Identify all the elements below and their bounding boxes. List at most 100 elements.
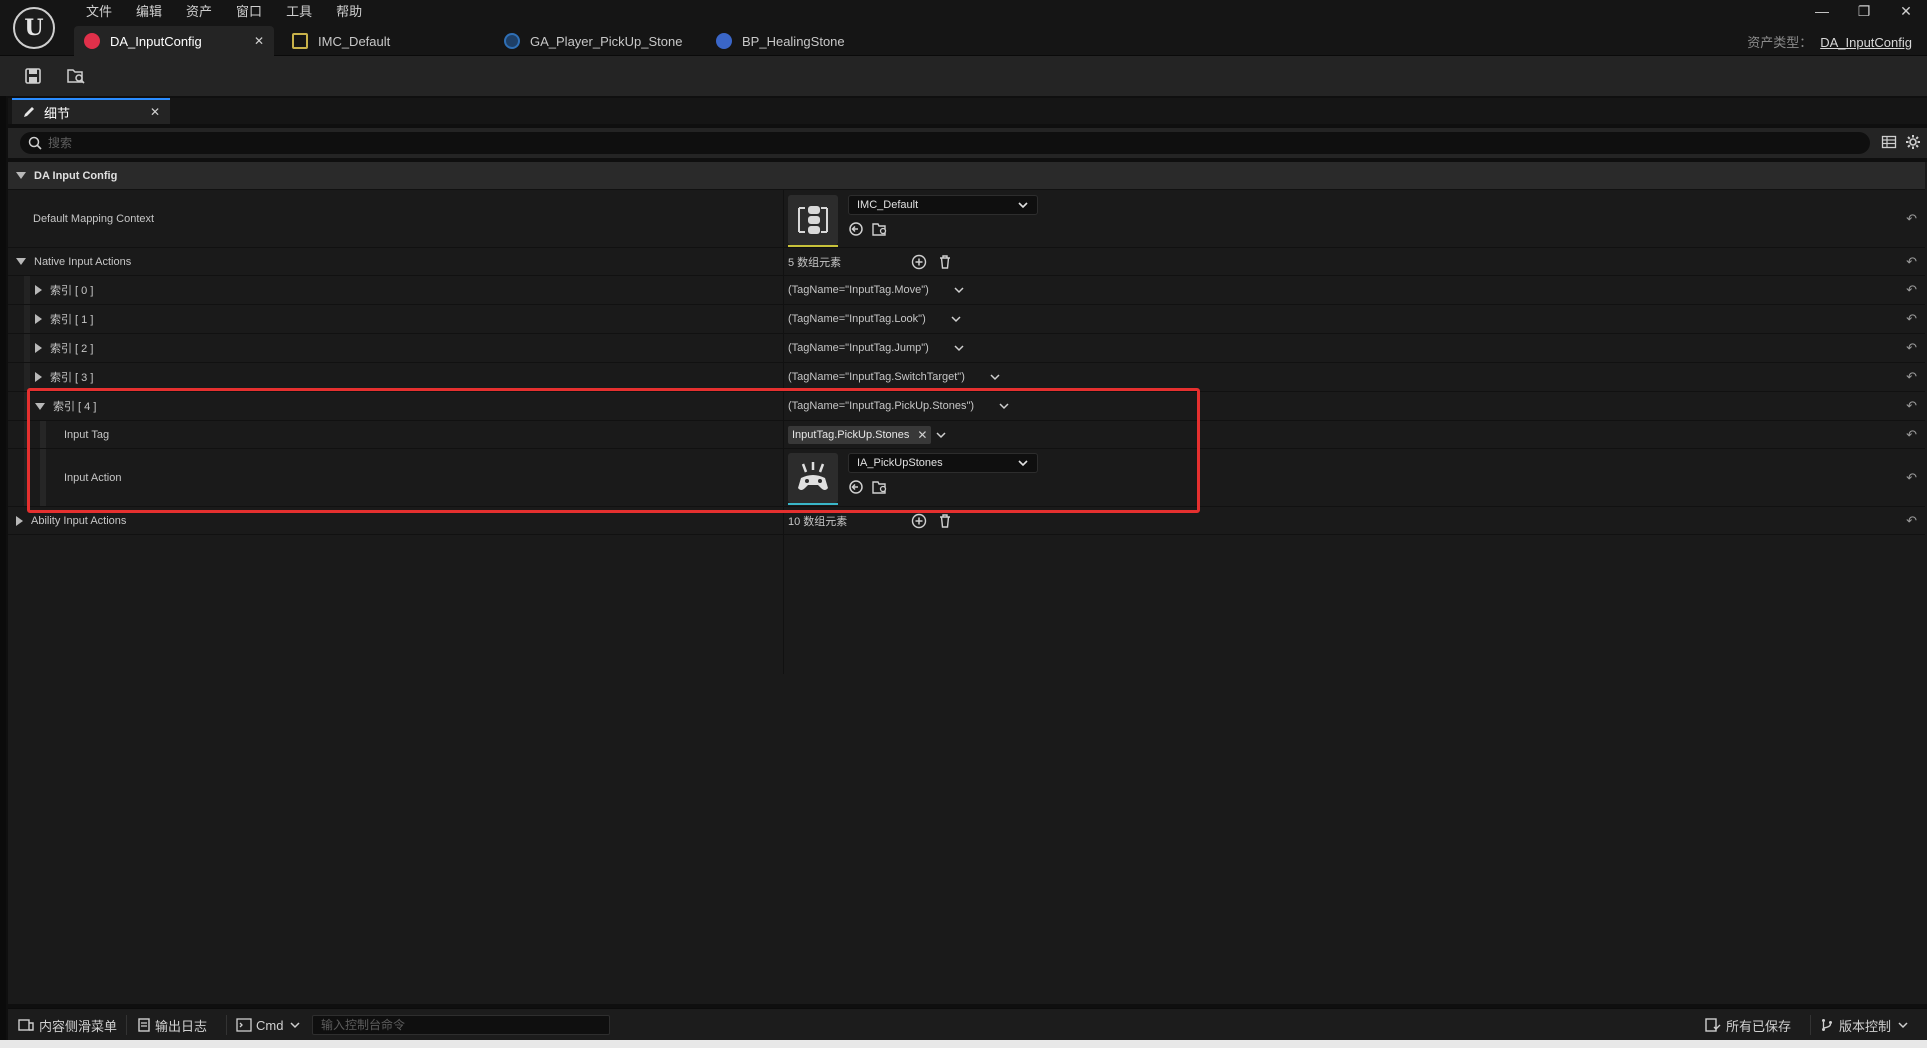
blueprint-icon (716, 33, 732, 49)
tag-struct-text: (TagName="InputTag.SwitchTarget") (788, 371, 965, 383)
log-icon (138, 1018, 150, 1032)
property-matrix-icon[interactable] (1881, 134, 1897, 150)
reset-to-default-icon[interactable]: ↶ (1906, 211, 1917, 227)
asset-thumbnail[interactable] (788, 453, 838, 505)
browse-icon[interactable] (872, 221, 888, 237)
add-element-icon[interactable] (911, 254, 927, 270)
chevron-down-icon[interactable] (953, 284, 965, 296)
menu-window[interactable]: 窗口 (224, 2, 274, 22)
reset-to-default-icon[interactable]: ↶ (1906, 470, 1917, 486)
menu-file[interactable]: 文件 (74, 2, 124, 22)
asset-type-link[interactable]: DA_InputConfig (1820, 35, 1912, 50)
gameplay-tag-chip[interactable]: InputTag.PickUp.Stones ✕ (788, 425, 932, 444)
tab-ga-player-pickup-stone[interactable]: GA_Player_PickUp_Stone (494, 26, 694, 56)
source-control-button[interactable]: 版本控制 (1820, 1009, 1909, 1041)
mapping-context-combo[interactable]: IMC_Default (848, 195, 1038, 215)
tab-bp-healingstone[interactable]: BP_HealingStone (706, 26, 906, 56)
output-log-label: 输出日志 (155, 1018, 208, 1034)
array-element-1[interactable]: 索引 [ 1 ] (TagName="InputTag.Look") ↶ (8, 305, 1925, 334)
indent-guide (40, 421, 46, 448)
divider (226, 1015, 227, 1035)
array-element-0[interactable]: 索引 [ 0 ] (TagName="InputTag.Move") ↶ (8, 276, 1925, 305)
cmd-label: Cmd (256, 1017, 284, 1033)
property-row-input-tag: Input Tag InputTag.PickUp.Stones ✕ ↶ (8, 421, 1925, 449)
menu-help[interactable]: 帮助 (324, 2, 374, 22)
property-label: Native Input Actions (34, 255, 132, 268)
expand-arrow-icon[interactable] (35, 372, 42, 382)
expand-arrow-icon[interactable] (35, 285, 42, 295)
pencil-icon (24, 107, 34, 117)
chevron-down-icon (290, 1022, 300, 1029)
array-element-4[interactable]: 索引 [ 4 ] (TagName="InputTag.PickUp.Stone… (8, 392, 1925, 421)
category-label: DA Input Config (16, 162, 117, 189)
save-status[interactable]: 所有已保存 (1705, 1009, 1791, 1041)
menu-asset[interactable]: 资产 (174, 2, 224, 22)
expand-arrow-icon[interactable] (35, 314, 42, 324)
chevron-down-icon[interactable] (935, 429, 947, 441)
expand-arrow-icon[interactable] (35, 343, 42, 353)
remove-tag-icon[interactable]: ✕ (917, 428, 927, 442)
close-window-button[interactable]: ✕ (1885, 0, 1927, 24)
array-element-3[interactable]: 索引 [ 3 ] (TagName="InputTag.SwitchTarget… (8, 363, 1925, 392)
property-row-ability-input-actions[interactable]: Ability Input Actions 10 数组元素 ↶ (8, 507, 1925, 535)
menu-edit[interactable]: 编辑 (124, 2, 174, 22)
input-action-combo[interactable]: IA_PickUpStones (848, 453, 1038, 473)
restore-button[interactable]: ❐ (1843, 0, 1885, 24)
console-command-input[interactable] (313, 1016, 609, 1034)
reset-to-default-icon[interactable]: ↶ (1906, 513, 1917, 529)
details-search-row (8, 128, 1927, 158)
reset-to-default-icon[interactable]: ↶ (1906, 254, 1917, 270)
property-value: IMC_Default (788, 190, 1038, 247)
tab-da-inputconfig[interactable]: DA_InputConfig ✕ (74, 26, 274, 56)
indent-guide (24, 305, 30, 333)
reset-to-default-icon[interactable]: ↶ (1906, 369, 1917, 385)
reset-to-default-icon[interactable]: ↶ (1906, 427, 1917, 443)
add-element-icon[interactable] (911, 513, 927, 529)
chevron-down-icon[interactable] (950, 313, 962, 325)
menu-tools[interactable]: 工具 (274, 2, 324, 22)
chevron-down-icon (1898, 1022, 1908, 1029)
array-element-2[interactable]: 索引 [ 2 ] (TagName="InputTag.Jump") ↶ (8, 334, 1925, 363)
output-log-button[interactable]: 输出日志 (138, 1009, 207, 1041)
tab-label: GA_Player_PickUp_Stone (530, 33, 683, 49)
chevron-down-icon[interactable] (989, 371, 1001, 383)
asset-type-color-bar (788, 503, 838, 505)
expand-arrow-icon[interactable] (16, 258, 26, 265)
minimize-button[interactable]: — (1801, 0, 1843, 24)
expand-arrow-icon[interactable] (35, 402, 45, 410)
save-icon[interactable] (21, 64, 45, 88)
element-label: 索引 [ 0 ] (35, 276, 93, 304)
cmd-selector[interactable]: Cmd (236, 1009, 301, 1041)
use-selected-icon[interactable] (848, 479, 864, 495)
reset-to-default-icon[interactable]: ↶ (1906, 398, 1917, 414)
category-header[interactable]: DA Input Config (8, 162, 1925, 190)
expand-arrow-icon[interactable] (16, 172, 26, 179)
window-controls: — ❐ ✕ (1801, 0, 1927, 24)
tag-struct-text: (TagName="InputTag.Move") (788, 284, 929, 296)
chevron-down-icon[interactable] (953, 342, 965, 354)
content-drawer-button[interactable]: 内容侧滑菜单 (18, 1009, 117, 1041)
expand-arrow-icon[interactable] (16, 515, 23, 526)
reset-to-default-icon[interactable]: ↶ (1906, 282, 1917, 298)
reset-to-default-icon[interactable]: ↶ (1906, 340, 1917, 356)
tag-chip-text: InputTag.PickUp.Stones (792, 428, 910, 441)
indent-guide (40, 449, 46, 506)
browse-asset-icon[interactable] (64, 64, 88, 88)
chevron-down-icon[interactable] (998, 400, 1010, 412)
property-label: Input Tag (64, 428, 110, 441)
close-icon[interactable]: ✕ (254, 34, 264, 48)
asset-thumbnail[interactable] (788, 195, 838, 247)
unreal-logo-icon[interactable]: U (13, 7, 55, 49)
browse-icon[interactable] (872, 479, 888, 495)
trash-icon[interactable] (937, 254, 953, 270)
use-selected-icon[interactable] (848, 221, 864, 237)
property-row-native-input-actions[interactable]: Native Input Actions 5 数组元素 ↶ (8, 248, 1925, 276)
index-label: 索引 [ 4 ] (53, 401, 97, 413)
tab-details[interactable]: 细节 ✕ (12, 98, 170, 124)
tab-imc-default[interactable]: IMC_Default (282, 26, 482, 56)
trash-icon[interactable] (937, 513, 953, 529)
gear-icon[interactable] (1905, 134, 1921, 150)
close-icon[interactable]: ✕ (150, 105, 160, 119)
reset-to-default-icon[interactable]: ↶ (1906, 311, 1917, 327)
search-input[interactable] (48, 136, 1748, 150)
